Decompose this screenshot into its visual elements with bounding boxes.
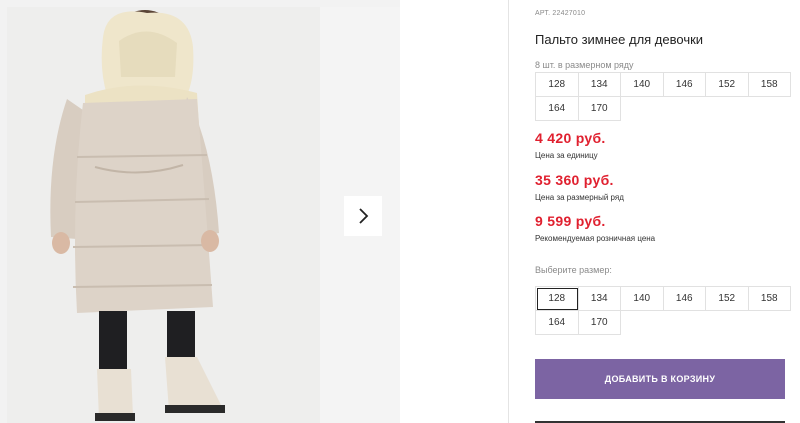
- chevron-right-icon: [359, 208, 369, 224]
- coat-illustration: [7, 7, 320, 423]
- size-option-134[interactable]: 134: [578, 287, 621, 311]
- pack-size-cell: 164: [536, 97, 579, 121]
- size-option-140[interactable]: 140: [621, 287, 664, 311]
- size-option-128[interactable]: 128: [536, 287, 579, 311]
- pack-size-cell: 128: [536, 73, 579, 97]
- size-option-164[interactable]: 164: [536, 311, 579, 335]
- pack-size-cell: 146: [663, 73, 706, 97]
- product-sku: АРТ. 22427010: [535, 10, 586, 17]
- pack-size-cell: 140: [621, 73, 664, 97]
- unit-price-label: Цена за единицу: [535, 151, 598, 160]
- size-option-152[interactable]: 152: [706, 287, 749, 311]
- size-picker: 128 134 140 146 152 158 164 170: [535, 286, 791, 335]
- pack-price-label: Цена за размерный ряд: [535, 193, 624, 202]
- size-picker-label: Выберите размер:: [535, 265, 612, 275]
- size-option-170[interactable]: 170: [578, 311, 621, 335]
- retail-price-label: Рекомендуемая розничная цена: [535, 234, 656, 243]
- product-photo[interactable]: [7, 7, 320, 423]
- pack-size-cell: 134: [578, 73, 621, 97]
- retail-price: 9 599 руб.: [535, 213, 606, 229]
- size-option-158[interactable]: 158: [748, 287, 791, 311]
- unit-price: 4 420 руб.: [535, 130, 606, 146]
- pack-size-table: 128 134 140 146 152 158 164 170: [535, 72, 791, 121]
- pack-size-cell: 170: [578, 97, 621, 121]
- pack-size-cell: 158: [748, 73, 791, 97]
- add-to-cart-button[interactable]: ДОБАВИТЬ В КОРЗИНУ: [535, 359, 785, 399]
- pack-price: 35 360 руб.: [535, 172, 614, 188]
- gallery-next-button[interactable]: [344, 196, 382, 236]
- size-option-146[interactable]: 146: [663, 287, 706, 311]
- column-divider: [508, 0, 509, 423]
- product-gallery: [0, 0, 400, 423]
- pack-size-note: 8 шт. в размерном ряду: [535, 60, 634, 70]
- pack-size-cell: 152: [706, 73, 749, 97]
- product-title: Пальто зимнее для девочки: [535, 32, 704, 47]
